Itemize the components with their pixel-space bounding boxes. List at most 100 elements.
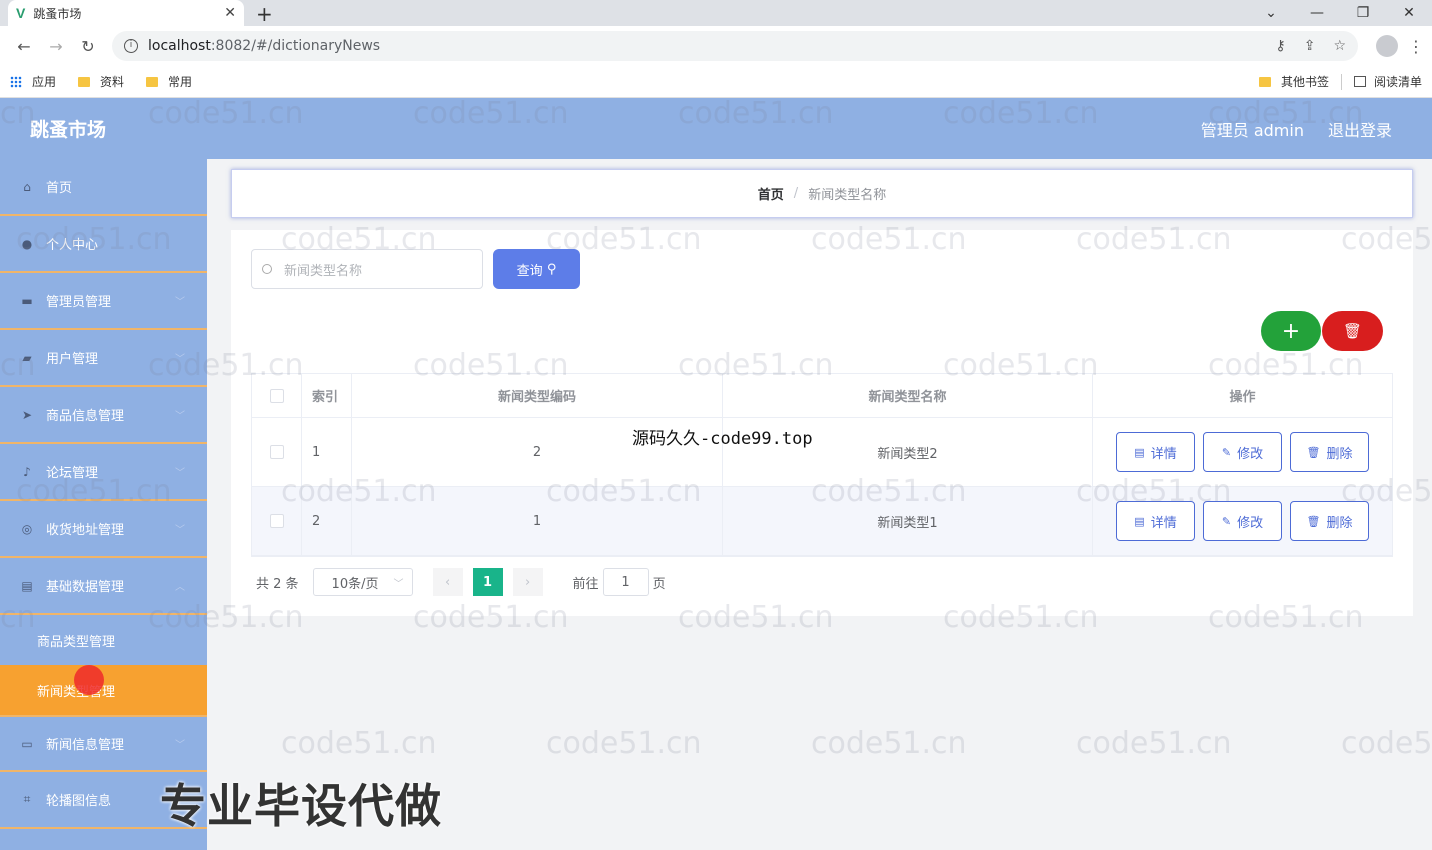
site-info-icon[interactable]: i: [124, 39, 138, 53]
bookmark-folder[interactable]: 常用: [146, 73, 192, 90]
select-all-checkbox[interactable]: [269, 388, 284, 403]
chevron-down-icon: ﹀: [175, 297, 185, 308]
data-table: 索引 新闻类型编码 新闻类型名称 操作 1 2 新闻类型2 ▤ 详情 ✎ 修改 🗑 删…: [251, 373, 1393, 557]
watermark-text: code51.cn: [1076, 726, 1232, 761]
breadcrumb-home[interactable]: 首页: [758, 184, 784, 203]
more-menu-icon[interactable]: ⋮: [1408, 37, 1424, 56]
page-number-current[interactable]: 1: [472, 568, 503, 596]
data-icon: ▤: [21, 578, 33, 593]
cell-index: 1: [302, 418, 352, 486]
key-icon[interactable]: ⚷: [1275, 38, 1285, 54]
edit-button[interactable]: ✎ 修改: [1203, 432, 1282, 472]
row-checkbox[interactable]: [269, 514, 284, 528]
admin-icon: ▬: [21, 293, 33, 308]
delete-button[interactable]: 🗑 删除: [1290, 501, 1369, 541]
browser-tabbar: V 跳蚤市场 ✕ + ⌄ — ❐ ✕: [0, 0, 1432, 26]
sidebar: ⌂ 首页 ● 个人中心 ▬ 管理员管理 ﹀ ▰ 用户管理 ﹀ ➤ 商品信息管理 ﹀ ♪ 论坛管理 ﹀…: [0, 159, 207, 850]
cell-index: 2: [302, 487, 352, 555]
restore-icon[interactable]: ❐: [1340, 5, 1386, 21]
center-watermark: 源码久久-code99.top: [632, 429, 813, 449]
star-icon[interactable]: ☆: [1333, 38, 1346, 54]
banner-watermark: 专业毕设代做: [160, 779, 442, 833]
minimize-icon[interactable]: —: [1294, 5, 1340, 21]
search-input[interactable]: 新闻类型名称: [251, 249, 483, 289]
batch-delete-button[interactable]: 🗑: [1322, 311, 1383, 351]
sidebar-subitem-goods-type[interactable]: 商品类型管理: [0, 615, 207, 665]
sidebar-item-news[interactable]: ▭ 新闻信息管理 ﹀: [0, 715, 207, 772]
close-window-icon[interactable]: ✕: [1386, 5, 1432, 21]
crop-icon: ⌗: [23, 792, 31, 806]
user-label: 管理员 admin: [1200, 120, 1304, 140]
watermark-text: code51.cn: [1341, 726, 1432, 761]
mic-icon: ♪: [23, 464, 31, 479]
new-tab-icon[interactable]: +: [256, 2, 273, 26]
tab-title: 跳蚤市场: [33, 6, 82, 21]
sidebar-item-profile[interactable]: ● 个人中心: [0, 216, 207, 273]
watermark-text: code51.cn: [811, 726, 967, 761]
folder-icon: [146, 76, 159, 87]
col-name: 新闻类型名称: [723, 374, 1093, 417]
detail-button[interactable]: ▤ 详情: [1116, 432, 1195, 472]
goto-page-input[interactable]: 1: [602, 568, 649, 596]
detail-button[interactable]: ▤ 详情: [1116, 501, 1195, 541]
sidebar-item-users[interactable]: ▰ 用户管理 ﹀: [0, 330, 207, 387]
profile-avatar[interactable]: [1376, 35, 1398, 57]
reload-icon[interactable]: ↻: [72, 37, 104, 56]
sidebar-item-address[interactable]: ◎ 收货地址管理 ﹀: [0, 501, 207, 558]
sidebar-item-basedata[interactable]: ▤ 基础数据管理 ︿: [0, 558, 207, 615]
click-indicator: [74, 665, 104, 695]
goto-label: 前往: [572, 576, 599, 592]
cell-code: 1: [352, 487, 723, 555]
news-icon: ▭: [21, 736, 33, 751]
edit-button[interactable]: ✎ 修改: [1203, 501, 1282, 541]
sidebar-item-goods[interactable]: ➤ 商品信息管理 ﹀: [0, 387, 207, 444]
col-index: 索引: [302, 374, 352, 417]
chevron-down-icon: ﹀: [175, 525, 185, 536]
vue-icon: V: [16, 5, 26, 21]
sidebar-item-home[interactable]: ⌂ 首页: [0, 159, 207, 216]
close-tab-icon[interactable]: ✕: [224, 5, 236, 21]
page-size-select[interactable]: 10条/页 ﹀: [312, 568, 413, 596]
search-icon: [262, 264, 272, 274]
window-controls: ⌄ — ❐ ✕: [1248, 0, 1432, 26]
folder-icon: [78, 76, 91, 87]
watermark-text: code51.cn: [546, 726, 702, 761]
page-suffix: 页: [652, 576, 666, 592]
other-bookmarks[interactable]: 其他书签: [1258, 73, 1329, 90]
delete-button[interactable]: 🗑 删除: [1290, 432, 1369, 472]
table-row: 1 2 新闻类型2 ▤ 详情 ✎ 修改 🗑 删除: [252, 418, 1392, 487]
total-count: 共 2 条: [256, 576, 299, 592]
back-icon[interactable]: ←: [8, 37, 40, 56]
row-checkbox[interactable]: [269, 445, 284, 459]
document-icon: ▤: [1134, 445, 1145, 459]
logout-link[interactable]: 退出登录: [1328, 117, 1392, 141]
url-field[interactable]: i localhost:8082/#/dictionaryNews ⚷ ⇪ ☆: [112, 31, 1358, 61]
add-button[interactable]: +: [1261, 311, 1321, 351]
chevron-down-icon: ﹀: [175, 411, 185, 422]
bookmark-apps[interactable]: 应用: [10, 73, 56, 90]
chevron-right-icon: ›: [524, 574, 531, 590]
browser-tab[interactable]: V 跳蚤市场 ✕: [8, 0, 244, 26]
sidebar-subitem-news-type[interactable]: 新闻类型管理: [0, 665, 207, 715]
table-header: 索引 新闻类型编码 新闻类型名称 操作: [252, 374, 1392, 418]
bookmark-folder[interactable]: 资料: [78, 73, 124, 90]
reading-list[interactable]: 阅读清单: [1353, 73, 1422, 90]
cell-name: 新闻类型1: [723, 487, 1093, 555]
next-page-button[interactable]: ›: [512, 568, 543, 596]
forward-icon[interactable]: →: [40, 37, 72, 56]
sidebar-item-forum[interactable]: ♪ 论坛管理 ﹀: [0, 444, 207, 501]
sidebar-item-admin[interactable]: ▬ 管理员管理 ﹀: [0, 273, 207, 330]
share-icon[interactable]: ⇪: [1304, 38, 1316, 54]
prev-page-button[interactable]: ‹: [432, 568, 463, 596]
chevron-left-icon: ‹: [444, 574, 451, 590]
query-button[interactable]: 查询 ⚲: [493, 249, 580, 289]
col-actions: 操作: [1229, 390, 1256, 405]
edit-icon: ✎: [1221, 445, 1232, 459]
tab-search-icon[interactable]: ⌄: [1248, 5, 1294, 21]
send-icon: ➤: [21, 407, 33, 422]
trash-icon: 🗑: [1306, 514, 1321, 528]
chevron-up-icon: ︿: [175, 582, 185, 593]
col-code: 新闻类型编码: [352, 374, 723, 417]
users-icon: ▰: [22, 350, 32, 365]
apps-grid-icon: [10, 75, 22, 88]
